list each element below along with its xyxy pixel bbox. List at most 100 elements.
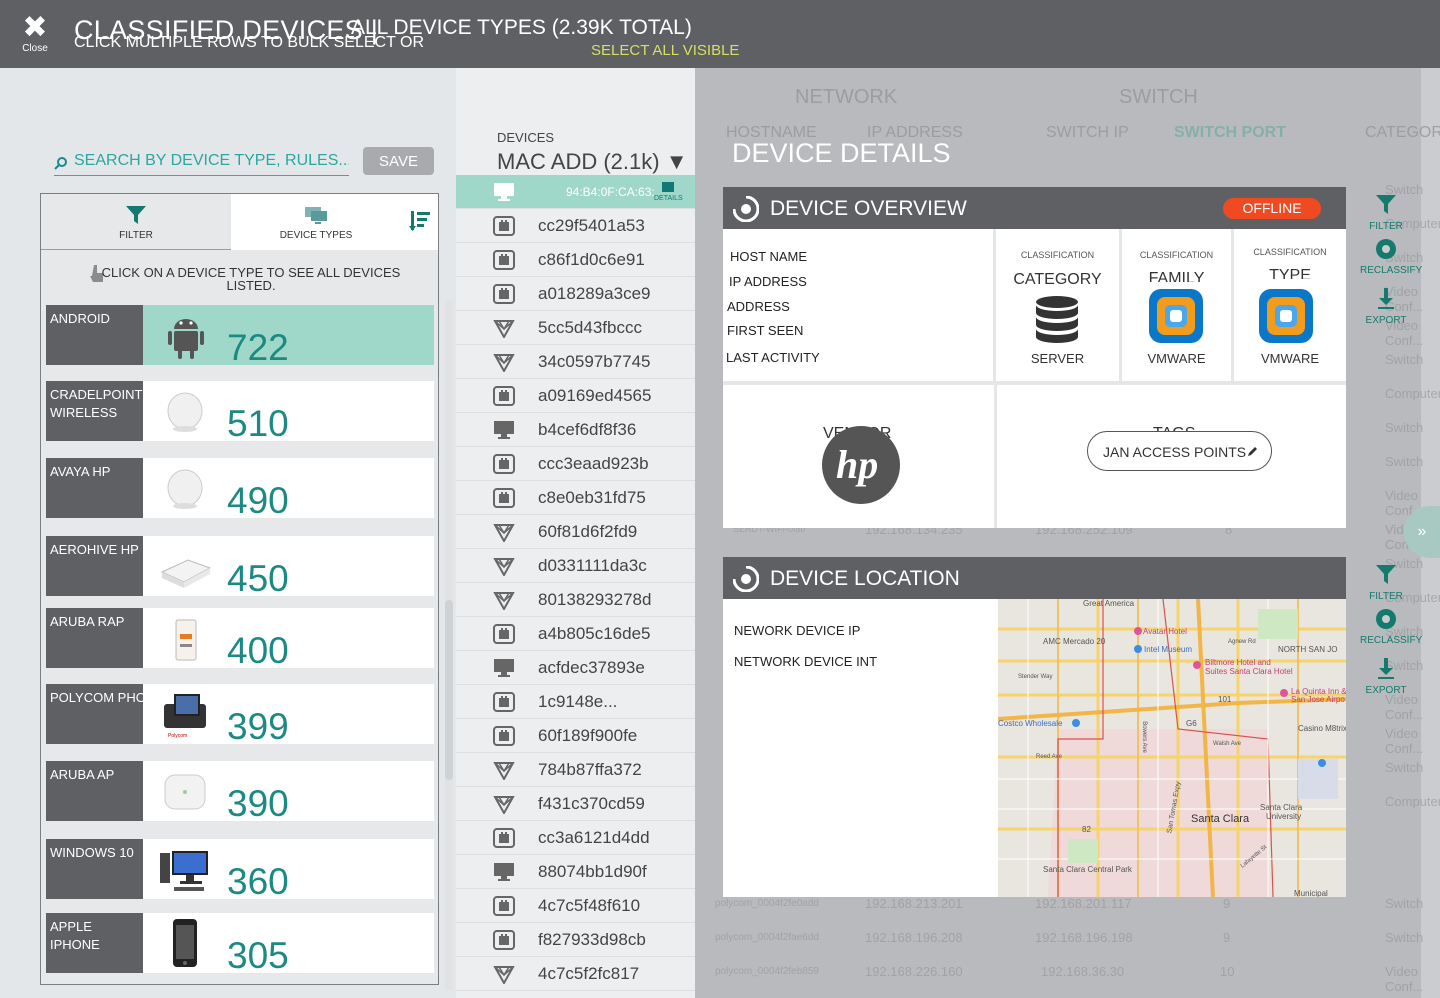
device-type-row[interactable]: WINDOWS 10 360 (46, 839, 434, 902)
category-label: CATEGORY (1013, 271, 1102, 288)
device-type-name: ARUBA AP (46, 761, 143, 821)
access-point-icon (158, 387, 212, 437)
mac-list-row[interactable]: 80138293278d (456, 583, 695, 617)
mac-list-row[interactable]: 4c7c5f48f610 (456, 889, 695, 923)
export-button[interactable]: EXPORT (1360, 288, 1412, 326)
mac-address: f431c370cd59 (538, 794, 645, 813)
mesh-icon (493, 556, 515, 578)
mac-list-row[interactable]: c8e0eb31fd75 (456, 481, 695, 515)
mac-list-row[interactable]: 5cc5d43fbccc (456, 311, 695, 345)
mac-address: acfdec37893e (538, 658, 645, 677)
mac-address: c8e0eb31fd75 (538, 488, 646, 507)
mac-list-row[interactable]: 88074bb1d90f (456, 855, 695, 889)
location-map[interactable]: Great America Avatar Hotel AMC Mercado 2… (998, 599, 1346, 897)
mac-list-row[interactable]: acfdec37893e (456, 651, 695, 685)
mac-sort-dropdown[interactable]: MAC ADD (2.1k) ▼ (497, 149, 687, 175)
family-value: VMWARE (1147, 351, 1206, 366)
mac-list-row[interactable]: f827933d98cb (456, 923, 695, 957)
mac-list-row[interactable]: cc3a6121d4dd (456, 821, 695, 855)
details-button[interactable]: DETAILS (654, 181, 683, 202)
download-icon (1360, 288, 1412, 313)
tab-filter[interactable]: FILTER (41, 194, 231, 250)
mac-address: 80138293278d (538, 590, 652, 609)
tag-chip[interactable]: JAN ACCESS POINTS (1087, 431, 1272, 471)
mac-list-row[interactable]: 784b87ffa372 (456, 753, 695, 787)
filter-icon (1360, 564, 1412, 589)
device-type-row[interactable]: ARUBA RAP 400 (46, 608, 434, 671)
map-label: Municipal (1294, 889, 1328, 897)
map-label: Costco Wholesale (998, 719, 1063, 728)
mac-list-row[interactable]: a018289a3ce9 (456, 277, 695, 311)
details-label: DETAILS (654, 195, 683, 202)
mac-address: 60f81d6f2fd9 (538, 522, 638, 541)
save-button[interactable]: SAVE (363, 147, 434, 175)
mac-list-row[interactable]: 1c9148e... (456, 685, 695, 719)
map-label: Reed Ave (1036, 754, 1062, 760)
mac-address: d0331111da3c (538, 556, 647, 575)
mac-list-row[interactable]: cc29f5401a53 (456, 209, 695, 243)
sort-button[interactable] (401, 194, 438, 250)
device-location-heading: DEVICE LOCATION (770, 567, 960, 590)
map-label: Santa Clara (1260, 803, 1303, 812)
edit-pencil-icon[interactable] (1247, 432, 1259, 472)
device-type-row[interactable]: CRADELPOINT WIRELESS 510 (46, 381, 434, 444)
category-classification: CLASSIFICATION CATEGORY SERVER (993, 229, 1119, 381)
mac-list-row[interactable]: 34c0597b7745 (456, 345, 695, 379)
mac-list-row[interactable]: ccc3eaad923b (456, 447, 695, 481)
device-overview-heading: DEVICE OVERVIEW (770, 197, 967, 220)
mac-list-row[interactable]: d0331111da3c (456, 549, 695, 583)
mac-list-row[interactable]: 4c7c5f2fc817 (456, 957, 695, 991)
network-device-ip-label: NEWORK DEVICE IP (734, 623, 861, 638)
device-type-row[interactable]: AVAYA HP 490 (46, 458, 434, 521)
tab-device-types[interactable]: DEVICE TYPES (231, 194, 401, 250)
device-location-card: DEVICE LOCATION NEWORK DEVICE IP NETWORK… (723, 557, 1346, 897)
map-label: Santa Clara Central Park (1043, 865, 1132, 874)
mac-list-row[interactable]: a4b805c16de5 (456, 617, 695, 651)
mac-list-row[interactable]: a09169ed4565 (456, 379, 695, 413)
device-icon (493, 624, 515, 644)
device-type-row[interactable]: APPLE IPHONE 305 (46, 913, 434, 976)
search-input[interactable] (74, 152, 349, 170)
mac-list-row[interactable]: 94:B4:0F:CA:63: DETAILS (456, 175, 695, 209)
mac-list-row[interactable]: c86f1d0c6e91 (456, 243, 695, 277)
map-label: G6 (1186, 719, 1197, 728)
close-button[interactable]: ✖ Close (18, 13, 52, 55)
mac-address: f827933d98cb (538, 930, 646, 949)
device-overview-header: DEVICE OVERVIEW OFFLINE (723, 187, 1346, 229)
device-type-name: AVAYA HP (46, 458, 143, 518)
filter-button[interactable]: FILTER (1360, 564, 1412, 602)
device-type-row[interactable]: ANDROID 722 (46, 305, 434, 368)
map-label: 101 (1218, 695, 1232, 704)
device-icon (493, 284, 515, 304)
device-type-scrollbar[interactable] (445, 300, 453, 990)
type-value: VMWARE (1260, 351, 1320, 366)
mac-list-row[interactable]: f431c370cd59 (456, 787, 695, 821)
reclassify-button[interactable]: RECLASSIFY (1360, 608, 1422, 646)
address-label: ADDRESS (727, 299, 790, 314)
mac-list-row[interactable]: 60f189f900fe (456, 719, 695, 753)
scrollbar-thumb[interactable] (445, 600, 453, 780)
device-type-row[interactable]: POLYCOM PHONE Polycom 399 (46, 684, 434, 747)
mac-address: cc29f5401a53 (538, 216, 645, 235)
device-type-row[interactable]: AEROHIVE HP 450 (46, 536, 434, 599)
device-type-count: 399 (227, 706, 289, 747)
mac-list-row[interactable]: b4cef6df8f36 (456, 413, 695, 447)
device-type-row[interactable]: ARUBA AP 390 (46, 761, 434, 824)
mac-address: c86f1d0c6e91 (538, 250, 645, 269)
filter-button[interactable]: FILTER (1360, 194, 1412, 232)
export-button[interactable]: EXPORT (1360, 658, 1412, 696)
hp-logo-icon: hp (822, 426, 900, 509)
select-all-visible-link[interactable]: SELECT ALL VISIBLE (591, 42, 739, 59)
reclassify-button[interactable]: RECLASSIFY (1360, 238, 1422, 276)
map-label: Intel Museum (1144, 645, 1193, 654)
map-label: University (1266, 812, 1302, 821)
category-value: SERVER (1030, 351, 1085, 366)
device-type-name: APPLE IPHONE (46, 913, 143, 973)
reclassify-label: RECLASSIFY (1360, 635, 1423, 646)
device-type-count: 390 (227, 783, 289, 824)
iphone-icon (158, 919, 212, 969)
device-type-count: 450 (227, 558, 289, 599)
mac-list-row[interactable]: 60f81d6f2fd9 (456, 515, 695, 549)
router-icon (158, 542, 212, 592)
family-classification: CLASSIFICATION FAMILY VMWARE (1119, 229, 1231, 381)
